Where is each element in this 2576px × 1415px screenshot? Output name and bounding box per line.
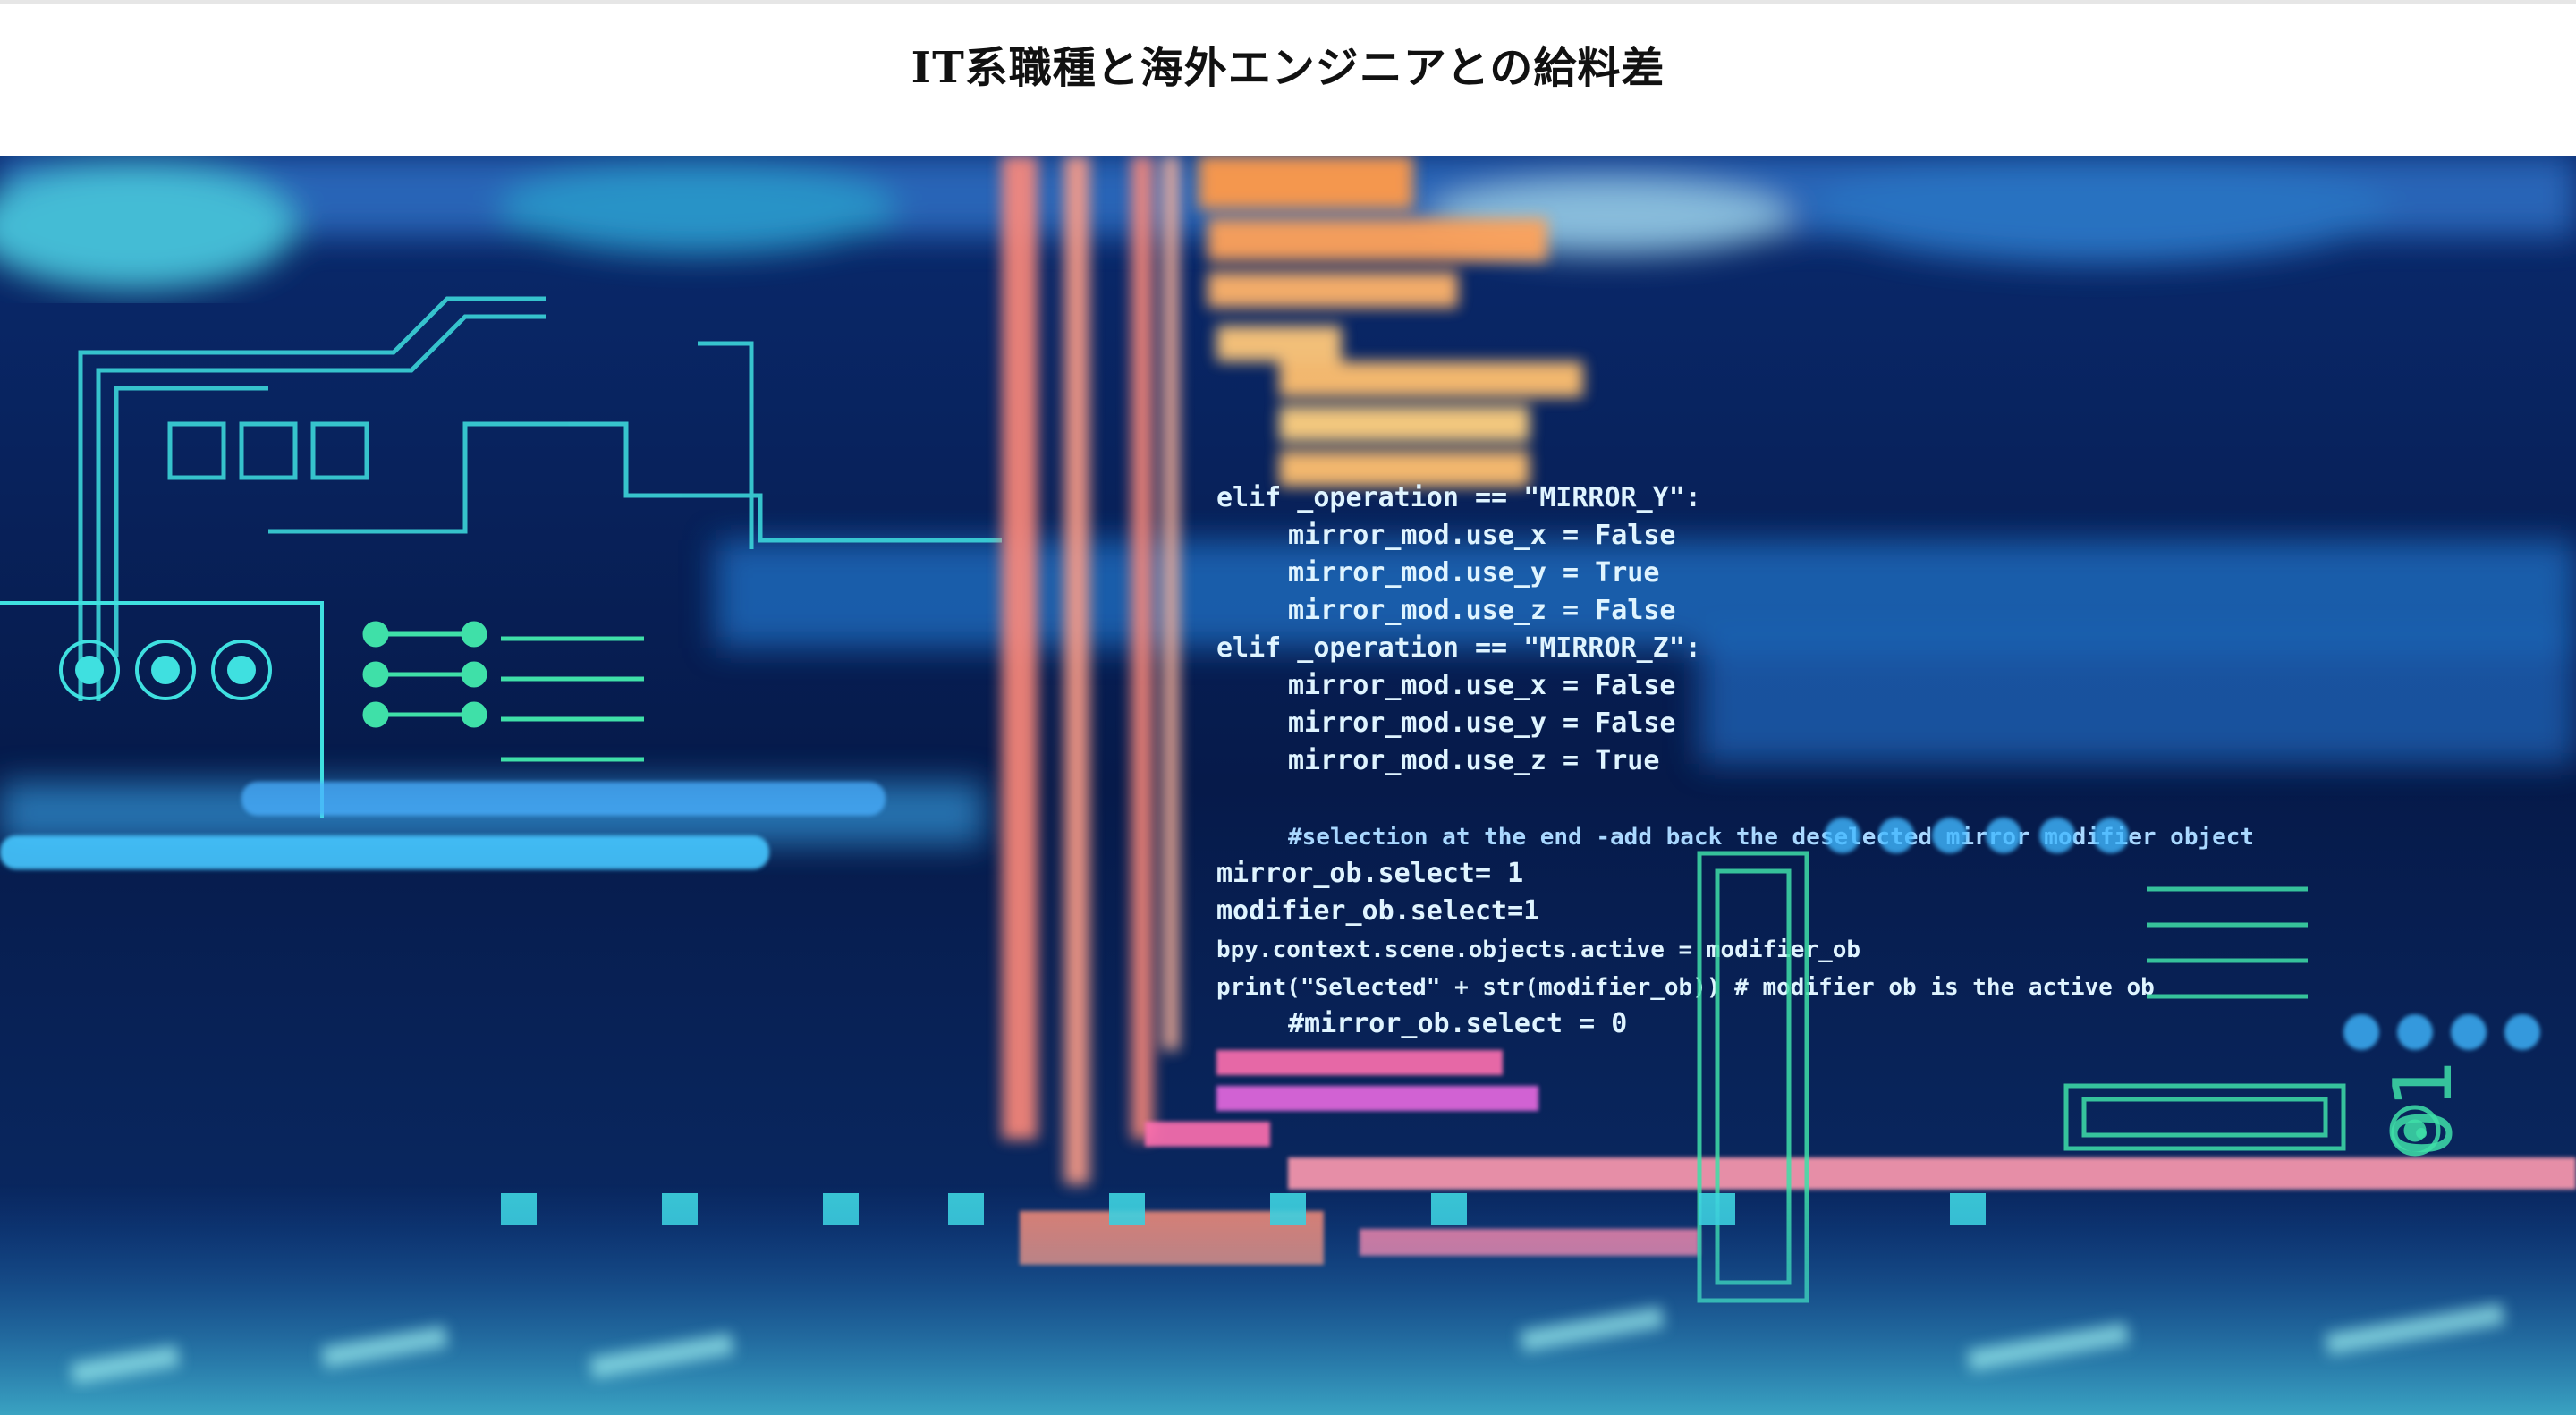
article-header: IT系職種と海外エンジニアとの給料差 [0,4,2576,156]
svg-text:01: 01 [2377,1061,2470,1157]
code-line: #mirror_ob.select = 0 [1288,1008,1627,1039]
code-line: mirror_mod.use_y = True [1288,557,1659,589]
code-screen-illustration: elif _operation == "MIRROR_Y": mirror_mo… [0,156,2576,1415]
hero-image: elif _operation == "MIRROR_Y": mirror_mo… [0,156,2576,1415]
code-line: mirror_mod.use_x = False [1288,520,1675,551]
code-line: print("Selected" + str(modifier_ob)) # m… [1216,974,2155,1001]
code-line: mirror_ob.select= 1 [1216,858,1523,889]
page-title: IT系職種と海外エンジニアとの給料差 [911,42,1665,93]
code-line: mirror_mod.use_x = False [1288,670,1675,701]
page: IT系職種と海外エンジニアとの給料差 elif _operation == "M… [0,0,2576,1415]
code-line: mirror_mod.use_z = False [1288,595,1675,626]
code-line: mirror_mod.use_y = False [1288,708,1675,739]
code-line: bpy.context.scene.objects.active = modif… [1216,936,1860,963]
code-line: elif _operation == "MIRROR_Y": [1216,482,1701,513]
code-line: modifier_ob.select=1 [1216,895,1539,927]
code-line: elif _operation == "MIRROR_Z": [1216,632,1701,664]
code-line: mirror_mod.use_z = True [1288,745,1659,776]
